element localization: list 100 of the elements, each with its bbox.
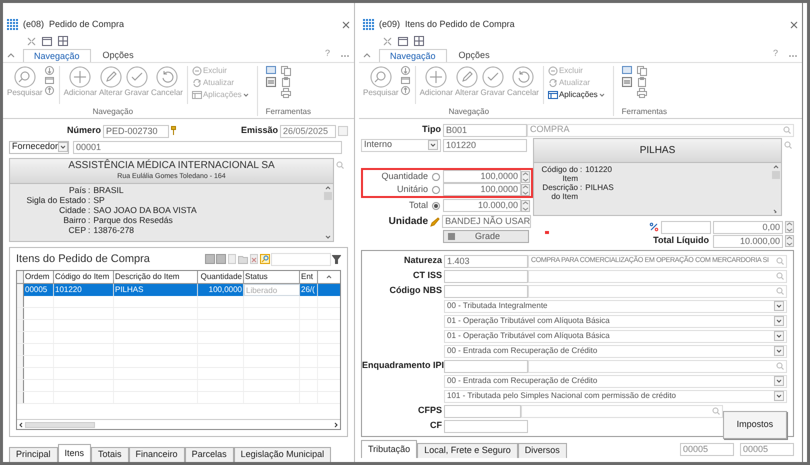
scroll-up-icon <box>326 275 332 279</box>
column-header[interactable]: Código do Item <box>54 271 114 283</box>
input-field[interactable] <box>661 220 711 234</box>
input-field[interactable]: 26/05/2025 <box>280 124 336 138</box>
tab[interactable]: Tributação <box>361 440 418 458</box>
ribbon-tab[interactable]: Opções <box>448 49 500 62</box>
ribbon-button[interactable]: Adicionar <box>420 66 453 97</box>
separator: : <box>88 205 92 215</box>
column-header[interactable]: Quantidade <box>198 271 244 283</box>
row-header[interactable] <box>17 296 24 307</box>
comment-icon <box>266 66 277 76</box>
row-header[interactable] <box>17 392 24 403</box>
status-field[interactable]: 00005 <box>740 443 794 456</box>
partner-type-select[interactable]: Fornecedor <box>9 140 69 154</box>
lookup-field[interactable] <box>521 404 723 418</box>
ribbon-tab[interactable]: Opções <box>92 49 144 62</box>
ribbon-button[interactable]: Cancelar <box>150 66 183 97</box>
input-field[interactable]: 0,00 <box>713 220 783 234</box>
scroll-thumb[interactable] <box>772 171 780 179</box>
print-icon <box>280 88 292 98</box>
input-field[interactable]: 101220 <box>443 138 527 152</box>
radio-button[interactable] <box>432 172 440 180</box>
row-header[interactable] <box>17 380 24 391</box>
dropdown-icon <box>774 301 784 311</box>
input-field[interactable] <box>444 284 528 298</box>
column-header[interactable]: Ordem <box>24 271 54 283</box>
tab[interactable]: Financeiro <box>128 447 185 462</box>
input-field[interactable]: 1.403 <box>444 254 528 268</box>
tab[interactable]: Totais <box>91 447 129 462</box>
radio-button[interactable] <box>432 186 440 194</box>
row-header[interactable] <box>17 368 24 379</box>
input-field[interactable] <box>444 360 528 372</box>
input-field[interactable]: PED-002730 <box>103 124 169 138</box>
tab[interactable]: Diversos <box>518 443 567 458</box>
scroll-thumb[interactable] <box>324 192 332 200</box>
tab[interactable]: Itens <box>58 444 92 462</box>
input-field[interactable] <box>444 404 522 418</box>
field-label: CF <box>429 419 443 432</box>
ribbon-button[interactable]: Aplicações <box>548 90 605 100</box>
row-header[interactable] <box>17 271 24 283</box>
row-header[interactable] <box>17 308 24 319</box>
ribbon-tab[interactable]: Navegação <box>379 49 447 62</box>
radio-button[interactable] <box>432 202 440 210</box>
ribbon-button[interactable]: Cancelar <box>506 66 539 97</box>
status-field[interactable]: 00005 <box>680 443 734 456</box>
collapse-icon <box>363 51 371 59</box>
help-button[interactable]: ? <box>772 46 778 60</box>
row-header[interactable] <box>17 356 24 367</box>
input-field[interactable]: 10.000,00 <box>713 234 783 248</box>
input-field[interactable]: 100,0000 <box>443 170 521 183</box>
select-field[interactable]: 00 - Entrada com Recuperação de Crédito <box>444 374 787 388</box>
column-header[interactable]: Descrição do Item <box>114 271 198 283</box>
column-header[interactable]: Status <box>244 271 300 283</box>
row-header[interactable] <box>17 284 24 296</box>
field-label: Unidade <box>388 215 430 229</box>
row-header[interactable] <box>17 332 24 343</box>
select-field[interactable]: 01 - Operação Tributável com Alíquota Básica <box>444 330 787 342</box>
input-field[interactable] <box>444 420 528 432</box>
detail-label: Sigla do Estado <box>25 195 87 205</box>
impostos-button[interactable]: Impostos <box>722 411 787 439</box>
window-icon <box>44 76 54 85</box>
tab[interactable]: Legislação Municipal <box>234 447 332 462</box>
field-label: Código NBS <box>388 284 443 298</box>
select-field[interactable]: 101 - Tributada pelo Simples Nacional com permissão de crédito <box>444 390 787 402</box>
filter-field[interactable] <box>271 252 331 266</box>
detail-value: SP <box>93 195 105 205</box>
tab[interactable]: Local, Frete e Seguro <box>417 443 518 458</box>
field-label: CFPS <box>416 404 443 418</box>
help-button[interactable]: ? <box>324 46 330 60</box>
input-field[interactable] <box>444 270 528 282</box>
input-field[interactable]: B001 <box>443 124 527 136</box>
item-type-select[interactable]: Interno <box>361 138 441 152</box>
ribbon-button[interactable]: Alterar <box>454 66 478 97</box>
scrollbar[interactable] <box>771 163 781 215</box>
search-icon <box>776 287 784 295</box>
row-header[interactable] <box>17 344 24 355</box>
column-header[interactable]: Ent <box>300 271 318 283</box>
select-field[interactable]: 01 - Operação Tributável com Alíquota Básica <box>444 314 787 328</box>
select-field[interactable]: 00 - Entrada com Recuperação de Crédito <box>444 344 787 358</box>
ribbon-button[interactable]: Adicionar <box>64 66 97 97</box>
input-field[interactable]: 00001 <box>73 140 342 154</box>
lookup-field[interactable] <box>528 270 787 282</box>
tab[interactable]: Parcelas <box>184 447 234 462</box>
table-cell: 101220 <box>54 284 114 296</box>
input-field[interactable]: BANDEJ NÃO USAR <box>442 215 531 228</box>
scrollbar[interactable] <box>323 184 333 241</box>
table-row[interactable]: 00005 101220 PILHAS 100,0000 Liberado 26/( <box>17 284 340 296</box>
input-field[interactable]: 100,0000 <box>443 183 521 196</box>
ribbon-tab[interactable]: Navegação <box>23 49 91 62</box>
row-header[interactable] <box>17 320 24 331</box>
tab[interactable]: Principal <box>9 447 58 462</box>
horizontal-scrollbar[interactable] <box>17 419 340 429</box>
lookup-field[interactable] <box>528 360 787 372</box>
lookup-field[interactable] <box>528 284 787 298</box>
window-icon <box>400 76 410 85</box>
ribbon-button[interactable]: Alterar <box>98 66 122 97</box>
select-field[interactable]: 00 - Tributada Integralmente <box>444 300 787 312</box>
input-field[interactable]: 10.000,00 <box>443 199 521 212</box>
undo-icon <box>156 66 178 88</box>
grade-button[interactable]: Grade <box>443 230 529 243</box>
